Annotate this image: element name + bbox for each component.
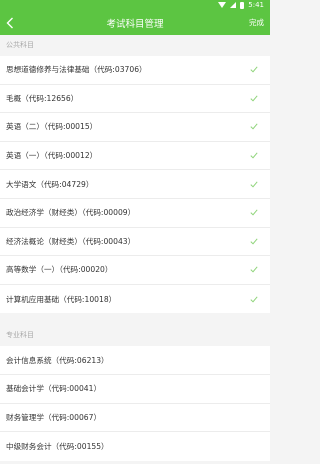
- subject-row[interactable]: 政治经济学（财经类）（代码:00009）: [0, 199, 270, 228]
- subject-label: 经济法概论（财经类）（代码:00043）: [6, 236, 136, 246]
- subject-row[interactable]: 毛概（代码:12656）: [0, 85, 270, 114]
- subject-label: 毛概（代码:12656）: [6, 93, 79, 103]
- nav-bar: 考试科目管理 完成: [0, 10, 270, 35]
- subject-label: 思想道德修养与法律基础（代码:03706）: [6, 65, 147, 75]
- subject-row[interactable]: 会计信息系统（代码:06213）: [0, 346, 270, 375]
- checkmark-icon: [250, 66, 258, 73]
- subject-label: 政治经济学（财经类）（代码:00009）: [6, 208, 136, 218]
- checkmark-icon: [250, 181, 258, 188]
- section-list: 思想道德修养与法律基础（代码:03706） 毛概（代码:12656） 英语（二）（代…: [0, 56, 270, 314]
- section-header: 专业科目: [0, 325, 270, 347]
- checkmark-icon: [250, 152, 258, 159]
- page-title: 考试科目管理: [106, 18, 164, 30]
- section-header: 公共科目: [0, 35, 270, 56]
- checkmark-icon: [250, 95, 258, 102]
- signal-icon: [230, 2, 237, 8]
- wifi-icon: [218, 2, 227, 8]
- battery-icon: [240, 1, 245, 9]
- subject-row[interactable]: 英语（二）（代码:00015）: [0, 113, 270, 142]
- status-time: 5:41: [248, 1, 264, 9]
- subject-row[interactable]: 计算机应用基础（代码:10018）: [0, 285, 270, 314]
- section-gap: [0, 313, 270, 326]
- subject-row[interactable]: 基础会计学（代码:00041）: [0, 375, 270, 404]
- section-list: 会计信息系统（代码:06213） 基础会计学（代码:00041） 财务管理学（代码:…: [0, 346, 270, 461]
- checkmark-icon: [250, 238, 258, 245]
- subject-list: 公共科目思想道德修养与法律基础（代码:03706） 毛概（代码:12656） 英语（…: [0, 35, 270, 461]
- subject-label: 大学语文（代码:04729）: [6, 179, 94, 189]
- subject-label: 英语（一）（代码:00012）: [6, 151, 98, 161]
- subject-label: 基础会计学（代码:00041）: [6, 384, 102, 394]
- subject-row[interactable]: 财务管理学（代码:00067）: [0, 404, 270, 433]
- checkmark-icon: [250, 123, 258, 131]
- subject-row[interactable]: 中级财务会计（代码:00155）: [0, 432, 270, 461]
- subject-label: 财务管理学（代码:00067）: [6, 412, 102, 422]
- subject-row[interactable]: 高等数学（一）（代码:00020）: [0, 256, 270, 285]
- subject-row[interactable]: 英语（一）（代码:00012）: [0, 142, 270, 171]
- subject-row[interactable]: 思想道德修养与法律基础（代码:03706）: [0, 56, 270, 85]
- chevron-left-icon: [6, 17, 13, 28]
- status-bar: 5:41: [0, 0, 270, 10]
- done-button[interactable]: 完成: [249, 17, 264, 28]
- subject-label: 英语（二）（代码:00015）: [6, 122, 98, 132]
- subject-row[interactable]: 经济法概论（财经类）（代码:00043）: [0, 228, 270, 257]
- back-button[interactable]: [6, 15, 20, 31]
- checkmark-icon: [250, 209, 258, 216]
- subject-label: 计算机应用基础（代码:10018）: [6, 294, 117, 304]
- subject-label: 中级财务会计（代码:00155）: [6, 441, 109, 451]
- subject-label: 高等数学（一）（代码:00020）: [6, 265, 113, 275]
- checkmark-icon: [250, 266, 258, 273]
- subject-row[interactable]: 大学语文（代码:04729）: [0, 170, 270, 199]
- subject-label: 会计信息系统（代码:06213）: [6, 355, 109, 365]
- checkmark-icon: [250, 296, 258, 303]
